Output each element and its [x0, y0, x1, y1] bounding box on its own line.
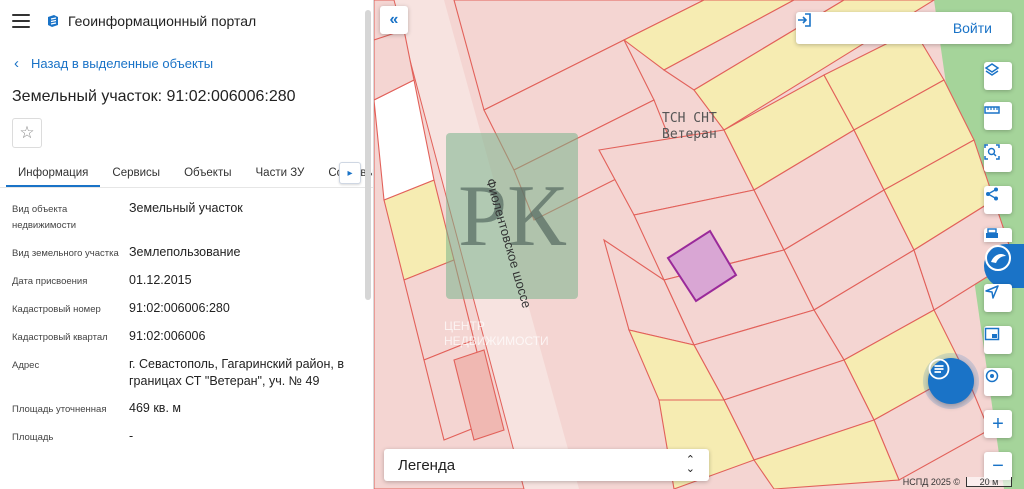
minimap-button[interactable] — [984, 326, 1012, 354]
login-label: Войти — [952, 20, 992, 36]
map-canvas[interactable]: РК ЦЕНТР НЕДВИЖИМОСТИ Фиолентовское шосс… — [374, 0, 1024, 489]
tab-services[interactable]: Сервисы — [100, 167, 172, 187]
area-label-line-2: Ветеран — [662, 127, 717, 142]
back-link[interactable]: ‹ Назад в выделенные объекты — [0, 42, 373, 84]
top-bar: Геоинформационный портал — [0, 0, 373, 42]
property-label: Кадастровый номер — [12, 304, 101, 315]
layers-button[interactable] — [984, 62, 1012, 90]
tab-parts[interactable]: Части ЗУ — [244, 167, 317, 187]
property-label: Площадь — [12, 432, 54, 443]
properties-list: Вид объекта недвижимости Земельный участ… — [0, 188, 373, 446]
property-label: Вид объекта недвижимости — [12, 204, 77, 231]
property-label: Площадь уточненная — [12, 404, 107, 415]
property-row: Вид объекта недвижимости Земельный участ… — [12, 200, 361, 234]
property-label: Дата присвоения — [12, 276, 88, 287]
zoom-out-button[interactable]: − — [984, 452, 1012, 480]
portal-logo-icon — [46, 14, 60, 28]
share-button[interactable] — [984, 186, 1012, 214]
area-label-line-1: ТСН СНТ — [662, 111, 717, 126]
chevron-right-icon: ▸ — [347, 167, 353, 179]
property-row: Кадастровый номер 91:02:006006:280 — [12, 300, 361, 318]
property-value: 91:02:006006:280 — [129, 301, 230, 315]
print-button[interactable] — [984, 228, 1012, 242]
expand-collapse-icon: ⌃ ⌄ — [685, 454, 695, 475]
property-label: Адрес — [12, 360, 40, 371]
watermark-line-1: ЦЕНТР — [444, 319, 485, 333]
property-row: Кадастровый квартал 91:02:006006 — [12, 328, 361, 346]
property-value: 469 кв. м — [129, 401, 181, 415]
hamburger-icon[interactable] — [12, 14, 30, 28]
app-root: Геоинформационный портал ‹ Назад в выдел… — [0, 0, 1024, 489]
property-row: Дата присвоения 01.12.2015 — [12, 272, 361, 290]
tab-objects[interactable]: Объекты — [172, 167, 243, 187]
property-value: Землепользование — [129, 245, 241, 259]
legend-toggle[interactable]: Легенда ⌃ ⌄ — [384, 449, 709, 481]
property-value: г. Севастополь, Гагаринский район, в гра… — [129, 357, 344, 388]
login-button[interactable]: Войти — [796, 12, 1012, 44]
property-row: Площадь - — [12, 428, 361, 446]
info-panel: Геоинформационный портал ‹ Назад в выдел… — [0, 0, 374, 489]
plus-icon: + — [992, 412, 1004, 435]
tab-information[interactable]: Информация — [6, 167, 101, 187]
favorite-button[interactable]: ☆ — [12, 118, 42, 148]
property-label: Кадастровый квартал — [12, 332, 108, 343]
area-select-button[interactable] — [984, 144, 1012, 172]
back-link-label: Назад в выделенные объекты — [31, 55, 214, 71]
collapse-panel-button[interactable]: « — [380, 6, 408, 34]
region-service-tab[interactable] — [984, 244, 1024, 288]
property-value: - — [129, 429, 134, 443]
property-label: Вид земельного участка — [12, 248, 119, 259]
panel-scrollbar[interactable] — [365, 10, 371, 300]
minus-icon: − — [992, 454, 1004, 477]
measure-button[interactable] — [984, 102, 1012, 130]
zoom-in-button[interactable]: + — [984, 410, 1012, 438]
legend-label: Легенда — [398, 456, 456, 474]
star-icon: ☆ — [19, 123, 35, 142]
property-row: Адрес г. Севастополь, Гагаринский район,… — [12, 356, 361, 390]
tabs-scroll-right-button[interactable]: ▸ — [339, 162, 361, 184]
locate-button[interactable] — [984, 284, 1012, 312]
map-search-button[interactable] — [984, 368, 1012, 396]
property-value: 91:02:006006 — [129, 329, 206, 343]
property-row: Площадь уточненная 469 кв. м — [12, 400, 361, 418]
double-chevron-left-icon: « — [389, 11, 399, 28]
map-view[interactable]: РК ЦЕНТР НЕДВИЖИМОСТИ Фиолентовское шосс… — [374, 0, 1024, 489]
chat-button[interactable] — [928, 358, 974, 404]
watermark-line-2: НЕДВИЖИМОСТИ — [444, 334, 549, 348]
map-attribution: НСПД 2025 © — [902, 477, 960, 487]
tab-bar: Информация Сервисы Объекты Части ЗУ Сост… — [0, 158, 373, 188]
property-value: 01.12.2015 — [129, 273, 192, 287]
page-title: Земельный участок: 91:02:006006:280 — [12, 88, 296, 105]
chevron-left-icon: ‹ — [14, 54, 19, 72]
property-row: Вид земельного участка Землепользование — [12, 244, 361, 262]
scale-bar: 20 м — [966, 477, 1012, 487]
app-title: Геоинформационный портал — [68, 13, 257, 29]
property-value: Земельный участок — [129, 201, 243, 215]
